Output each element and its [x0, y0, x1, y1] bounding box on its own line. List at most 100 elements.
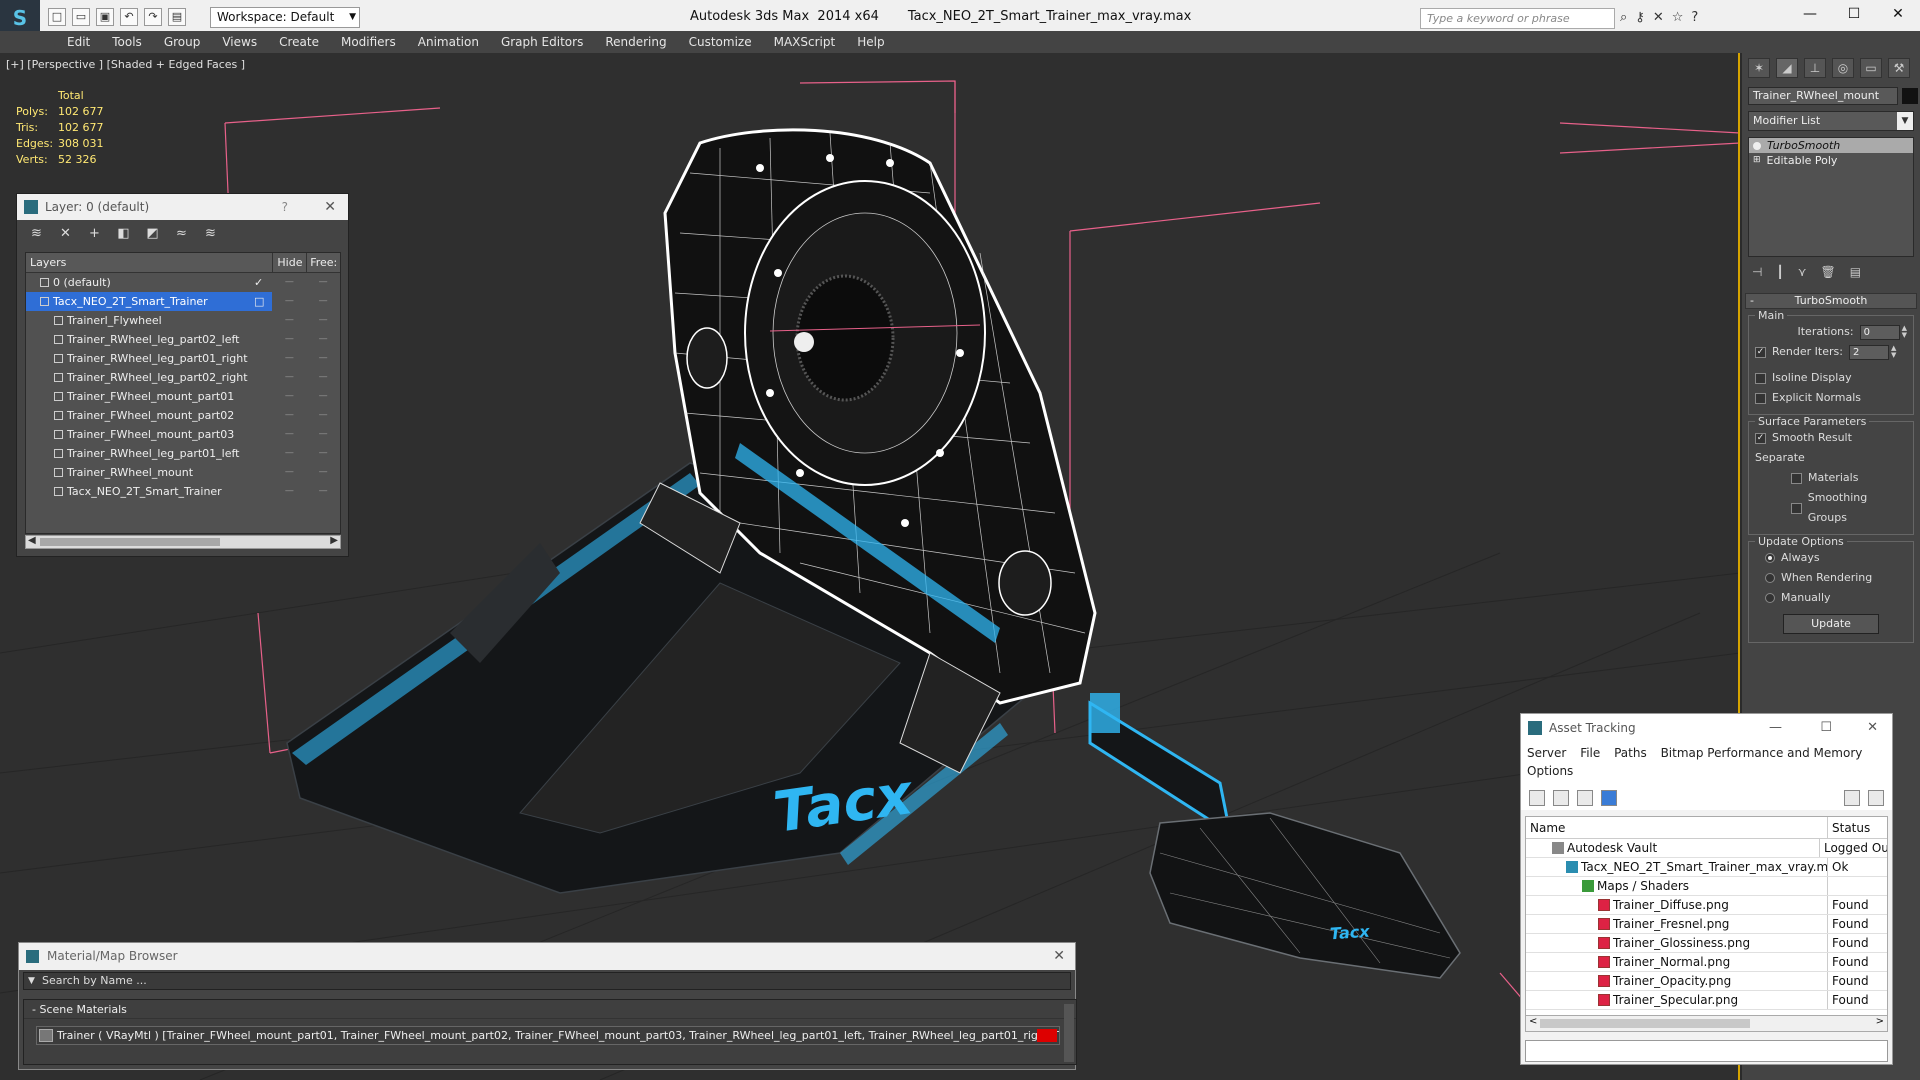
asset-row[interactable]: Trainer_Opacity.png Found — [1526, 972, 1887, 991]
maximize-icon[interactable]: ☐ — [1820, 714, 1832, 742]
layer-row[interactable]: Trainer_RWheel_leg_part02_left — — — [26, 330, 340, 349]
hierarchy-tab-icon[interactable]: ⊥ — [1804, 58, 1826, 78]
col-hide[interactable]: Hide — [272, 253, 306, 272]
layer-name-cell[interactable]: Trainer_FWheel_mount_part02 — [26, 406, 272, 425]
spinner-arrows-icon[interactable]: ▲ ▼ — [1902, 325, 1907, 339]
menu-modifiers[interactable]: Modifiers — [330, 31, 407, 53]
list-view-icon[interactable] — [1553, 790, 1569, 806]
asset-row[interactable]: Tacx_NEO_2T_Smart_Trainer_max_vray.max Ok — [1526, 858, 1887, 877]
scroll-right-icon[interactable]: ▶ — [330, 535, 338, 546]
workspace-dropdown[interactable]: Workspace: Default ▼ — [210, 7, 360, 28]
layer-name-cell[interactable]: Tacx_NEO_2T_Smart_Trainer — [26, 292, 273, 311]
menu-edit[interactable]: Edit — [56, 31, 101, 53]
hide-toggle[interactable]: — — [272, 482, 306, 501]
hide-toggle[interactable]: — — [272, 368, 306, 387]
scroll-left-icon[interactable]: ◀ — [28, 535, 36, 546]
current-layer-mark[interactable]: □ — [254, 292, 264, 311]
freeze-toggle[interactable]: — — [306, 292, 340, 311]
layer-window-titlebar[interactable]: Layer: 0 (default) ? ✕ — [17, 194, 348, 220]
layer-name-cell[interactable]: Trainerl_Flywheel — [26, 311, 272, 330]
menu-create[interactable]: Create — [268, 31, 330, 53]
hide-toggle[interactable]: — — [272, 349, 306, 368]
layer-row[interactable]: Trainer_FWheel_mount_part01 — — — [26, 387, 340, 406]
layer-row[interactable]: 0 (default) — — ✓ — [26, 273, 340, 292]
vertical-scrollbar[interactable] — [1064, 1004, 1074, 1062]
layer-row[interactable]: Trainer_FWheel_mount_part02 — — — [26, 406, 340, 425]
current-layer-mark[interactable]: ✓ — [254, 273, 263, 292]
redo-icon[interactable]: ↷ — [144, 8, 162, 26]
refresh-icon[interactable] — [1529, 790, 1545, 806]
layer-row[interactable]: Trainer_FWheel_mount_part03 — — — [26, 425, 340, 444]
select-objects-icon[interactable]: ◧ — [116, 226, 131, 241]
freeze-toggle[interactable]: — — [306, 273, 340, 292]
delete-layer-icon[interactable]: ✕ — [58, 226, 73, 241]
isoline-checkbox[interactable] — [1755, 372, 1766, 384]
col-status[interactable]: Status — [1828, 817, 1870, 838]
new-file-icon[interactable]: □ — [48, 8, 66, 26]
save-file-icon[interactable]: ▣ — [96, 8, 114, 26]
close-icon[interactable]: ✕ — [1053, 943, 1065, 970]
menu-options[interactable]: Options — [1527, 764, 1573, 778]
pin-stack-icon[interactable]: ⊣ — [1752, 265, 1762, 279]
maximize-icon[interactable]: ☐ — [1832, 0, 1876, 30]
remove-modifier-icon[interactable]: 🗑 — [1820, 265, 1835, 279]
render-iters-checkbox[interactable]: ✓ — [1755, 346, 1766, 358]
always-radio[interactable] — [1765, 553, 1775, 563]
freeze-all-layers-icon[interactable]: ≋ — [203, 226, 218, 241]
freeze-toggle[interactable]: — — [306, 406, 340, 425]
make-unique-icon[interactable]: ⋎ — [1798, 265, 1807, 279]
object-name-field[interactable]: Trainer_RWheel_mount — [1748, 87, 1898, 105]
stack-item-turbosmooth[interactable]: TurboSmooth — [1749, 138, 1913, 153]
hide-toggle[interactable]: — — [272, 425, 306, 444]
star-icon[interactable]: ☆ — [1672, 10, 1684, 25]
hide-toggle[interactable]: — — [272, 273, 306, 292]
scroll-thumb[interactable] — [1540, 1019, 1750, 1028]
open-file-icon[interactable]: ▭ — [72, 8, 90, 26]
create-tab-icon[interactable]: ✶ — [1748, 58, 1770, 78]
asset-row[interactable]: Trainer_Fresnel.png Found — [1526, 915, 1887, 934]
menu-bitmap-performance[interactable]: Bitmap Performance and Memory — [1661, 746, 1863, 760]
scroll-left-icon[interactable]: < — [1529, 1016, 1537, 1027]
modifier-list-dropdown[interactable]: Modifier List ▼ — [1748, 111, 1914, 131]
freeze-toggle[interactable]: — — [306, 444, 340, 463]
new-layer-icon[interactable]: ≋ — [29, 226, 44, 241]
col-layers[interactable]: Layers — [26, 253, 272, 272]
spinner-arrows-icon[interactable]: ▲ ▼ — [1891, 345, 1896, 359]
hide-toggle[interactable]: — — [272, 292, 306, 311]
smoothing-groups-checkbox[interactable] — [1791, 502, 1802, 514]
layer-name-cell[interactable]: Trainer_RWheel_mount — [26, 463, 272, 482]
layer-row[interactable]: Trainer_RWheel_leg_part02_right — — — [26, 368, 340, 387]
menu-tools[interactable]: Tools — [101, 31, 153, 53]
horizontal-scrollbar[interactable]: ◀ ▶ — [25, 535, 341, 549]
material-item[interactable]: Trainer ( VRayMtl ) [Trainer_FWheel_moun… — [36, 1026, 1060, 1045]
hide-toggle[interactable]: — — [272, 444, 306, 463]
freeze-toggle[interactable]: — — [306, 330, 340, 349]
hide-toggle[interactable]: — — [272, 406, 306, 425]
update-button[interactable]: Update — [1783, 614, 1879, 634]
horizontal-scrollbar[interactable]: < > — [1525, 1016, 1888, 1032]
freeze-toggle[interactable]: — — [306, 387, 340, 406]
scroll-thumb[interactable] — [40, 538, 220, 546]
manually-radio[interactable] — [1765, 593, 1775, 603]
menu-views[interactable]: Views — [211, 31, 268, 53]
material-browser-titlebar[interactable]: Material/Map Browser ✕ — [19, 943, 1075, 970]
menu-file[interactable]: File — [1580, 746, 1600, 760]
explicit-normals-checkbox[interactable] — [1755, 392, 1766, 404]
layer-row[interactable]: Tacx_NEO_2T_Smart_Trainer — — — [26, 482, 340, 501]
menu-maxscript[interactable]: MAXScript — [763, 31, 847, 53]
show-end-result-icon[interactable]: ┃ — [1776, 265, 1783, 279]
layer-row[interactable]: Tacx_NEO_2T_Smart_Trainer — — □ — [26, 292, 340, 311]
hide-toggle[interactable]: — — [272, 387, 306, 406]
layer-name-cell[interactable]: 0 (default) — [26, 273, 272, 292]
exchange-icon[interactable]: ✕ — [1653, 10, 1664, 25]
add-to-layer-icon[interactable]: + — [87, 226, 102, 241]
asset-row[interactable]: Autodesk Vault Logged Ou — [1526, 839, 1887, 858]
menu-animation[interactable]: Animation — [407, 31, 490, 53]
asset-row[interactable]: Trainer_Glossiness.png Found — [1526, 934, 1887, 953]
utilities-tab-icon[interactable]: ⚒ — [1888, 58, 1910, 78]
motion-tab-icon[interactable]: ◎ — [1832, 58, 1854, 78]
layer-name-cell[interactable]: Trainer_FWheel_mount_part03 — [26, 425, 272, 444]
menu-group[interactable]: Group — [153, 31, 212, 53]
menu-help[interactable]: Help — [846, 31, 895, 53]
layer-name-cell[interactable]: Trainer_FWheel_mount_part01 — [26, 387, 272, 406]
